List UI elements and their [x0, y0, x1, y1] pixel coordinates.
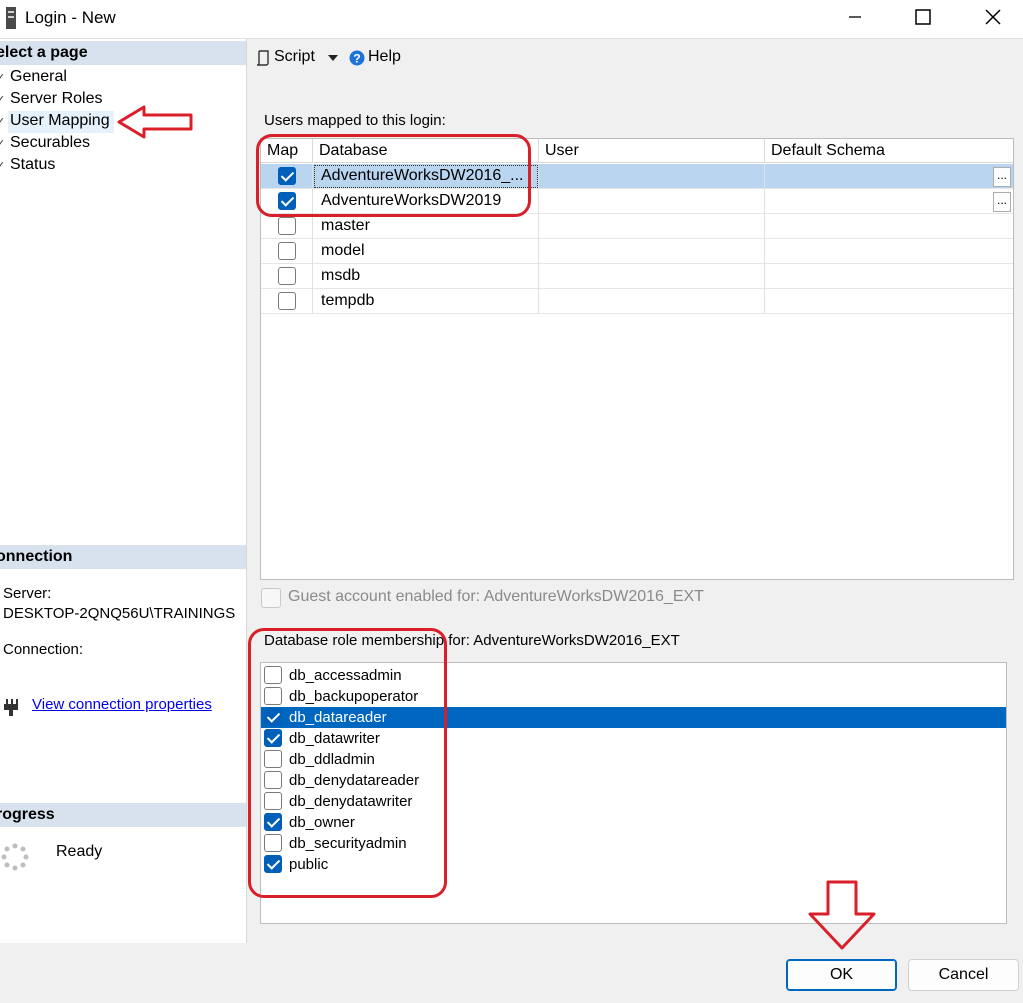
- table-row[interactable]: model: [261, 239, 1013, 264]
- annotation-down-arrow-icon: [808, 880, 876, 950]
- user-cell[interactable]: [539, 239, 765, 264]
- map-checkbox[interactable]: [278, 242, 296, 260]
- schema-cell[interactable]: [765, 289, 1013, 314]
- database-cell[interactable]: master: [313, 214, 539, 239]
- column-header-user[interactable]: User: [539, 139, 765, 163]
- nav-label: Server Roles: [10, 90, 103, 107]
- page-icon: ✓: [0, 94, 6, 106]
- connection-label: Connection:: [3, 641, 84, 658]
- select-page-header: elect a page: [0, 41, 246, 65]
- close-button[interactable]: [963, 0, 1023, 34]
- annotation-highlight-box: [248, 628, 447, 898]
- map-checkbox[interactable]: [278, 267, 296, 285]
- page-icon: ✓: [0, 116, 6, 128]
- server-value: DESKTOP-2QNQ56U\TRAININGS: [3, 605, 236, 622]
- help-button[interactable]: Help: [368, 48, 401, 66]
- user-cell[interactable]: [539, 189, 765, 214]
- cancel-button[interactable]: Cancel: [908, 959, 1019, 991]
- minimize-button[interactable]: [825, 0, 885, 34]
- maximize-button[interactable]: [893, 0, 953, 34]
- minimize-icon: [849, 16, 861, 18]
- close-icon: [985, 9, 1001, 25]
- script-button[interactable]: Script: [274, 48, 315, 66]
- table-row[interactable]: tempdb: [261, 289, 1013, 314]
- left-panel: elect a page ✓ General ✓ Server Roles ✓ Use…: [0, 39, 247, 943]
- toolbar: Script ? Help: [247, 39, 1023, 79]
- user-cell[interactable]: [539, 214, 765, 239]
- annotation-left-arrow-icon: [117, 105, 193, 139]
- schema-cell[interactable]: [765, 189, 1013, 214]
- table-row[interactable]: msdb: [261, 264, 1013, 289]
- progress-spinner-icon: [1, 843, 29, 871]
- schema-cell[interactable]: [765, 214, 1013, 239]
- progress-header: rogress: [0, 803, 246, 827]
- map-checkbox[interactable]: [278, 217, 296, 235]
- table-row[interactable]: master: [261, 214, 1013, 239]
- database-cell[interactable]: msdb: [313, 264, 539, 289]
- script-icon: [256, 50, 269, 66]
- nav-label: Status: [10, 156, 56, 173]
- user-cell[interactable]: [539, 289, 765, 314]
- annotation-highlight-box: [256, 134, 531, 217]
- nav-label: General: [10, 68, 67, 85]
- schema-cell[interactable]: [765, 239, 1013, 264]
- page-icon: ✓: [0, 160, 6, 172]
- column-header-default-schema[interactable]: Default Schema: [765, 139, 1013, 163]
- plug-icon: [4, 699, 18, 716]
- app-icon: [6, 7, 16, 29]
- users-mapped-label: Users mapped to this login:: [264, 112, 446, 129]
- nav-item-securables[interactable]: ✓ Securables: [0, 132, 90, 154]
- nav-label: User Mapping: [10, 112, 110, 129]
- map-checkbox[interactable]: [278, 292, 296, 310]
- database-cell[interactable]: model: [313, 239, 539, 264]
- database-cell[interactable]: tempdb: [313, 289, 539, 314]
- connection-header: onnection: [0, 545, 246, 569]
- svg-text:?: ?: [353, 52, 360, 66]
- help-icon: ?: [349, 50, 365, 66]
- maximize-icon: [915, 9, 931, 25]
- page-icon: ✓: [0, 72, 6, 84]
- schema-cell[interactable]: [765, 164, 1013, 189]
- title-bar: Login - New: [0, 0, 1023, 39]
- nav-item-server-roles[interactable]: ✓ Server Roles: [0, 88, 102, 110]
- window-title: Login - New: [25, 8, 116, 27]
- ok-button[interactable]: OK: [786, 959, 897, 991]
- schema-browse-button[interactable]: ...: [993, 192, 1011, 212]
- nav-item-status[interactable]: ✓ Status: [0, 154, 55, 176]
- nav-item-user-mapping[interactable]: ✓ User Mapping: [0, 110, 110, 132]
- user-cell[interactable]: [539, 264, 765, 289]
- progress-status: Ready: [56, 843, 103, 860]
- guest-account-label: Guest account enabled for: AdventureWork…: [288, 588, 704, 605]
- server-label: Server:: [3, 585, 52, 602]
- nav-label: Securables: [10, 134, 91, 151]
- user-cell[interactable]: [539, 164, 765, 189]
- nav-item-general[interactable]: ✓ General: [0, 66, 67, 88]
- schema-cell[interactable]: [765, 264, 1013, 289]
- schema-browse-button[interactable]: ...: [993, 167, 1011, 187]
- view-connection-properties-link[interactable]: View connection properties: [32, 696, 212, 713]
- page-icon: ✓: [0, 138, 6, 150]
- chevron-down-icon[interactable]: [327, 53, 339, 63]
- guest-account-checkbox[interactable]: [261, 588, 281, 608]
